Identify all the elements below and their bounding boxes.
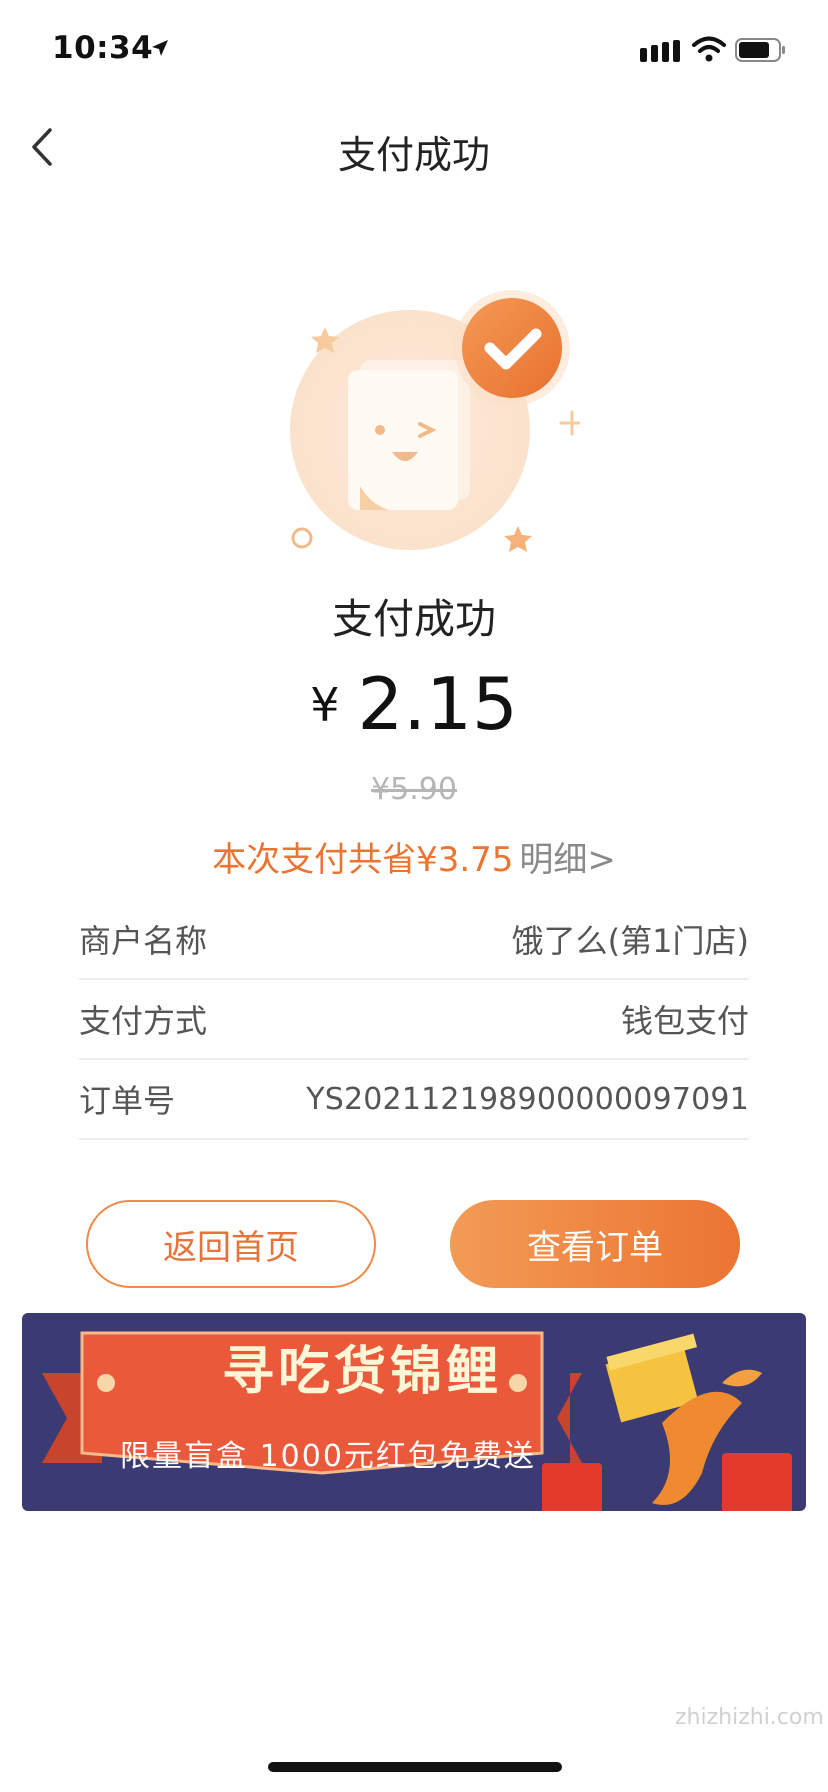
paid-amount: ¥2.15 [0, 662, 828, 746]
watermark: zhizhizhi.com [675, 1705, 824, 1730]
info-label: 商户名称 [79, 922, 208, 960]
info-row-order-number: 订单号 YS20211219890000009709​1 [79, 1060, 749, 1140]
promo-banner[interactable]: 寻吃货锦鲤 限量盲盒 1000元红包免费送 [22, 1313, 806, 1511]
success-title: 支付成功 [332, 595, 496, 643]
currency-symbol: ¥ [310, 678, 340, 732]
order-info-list: 商户名称 饿了么(第1门店) 支付方式 钱包支付 订单号 YS202112198… [79, 900, 749, 1140]
view-order-button[interactable]: 查看订单 [450, 1200, 740, 1288]
info-row-payment-method: 支付方式 钱包支付 [79, 980, 749, 1060]
page-title: 支付成功 [337, 133, 490, 177]
banner-subtitle: 限量盲盒 1000元红包免费送 [120, 1439, 536, 1474]
saving-text: 本次支付共省¥3.75 [212, 840, 514, 880]
info-row-merchant: 商户名称 饿了么(第1门店) [79, 900, 749, 980]
info-value: YS20211219890000009709​1 [306, 1081, 749, 1117]
location-arrow-icon [152, 40, 168, 56]
home-indicator[interactable] [268, 1762, 562, 1772]
banner-title: 寻吃货锦鲤 [221, 1342, 502, 1402]
info-value: 饿了么(第1门店) [511, 922, 749, 960]
status-time: 10:34 [52, 30, 154, 66]
return-home-button[interactable]: 返回首页 [86, 1200, 376, 1288]
battery-icon [735, 38, 785, 62]
info-label: 支付方式 [79, 1002, 208, 1040]
detail-link[interactable]: 明细> [519, 840, 616, 880]
wifi-icon [692, 36, 726, 62]
info-value: 钱包支付 [620, 1002, 749, 1040]
saving-line: 本次支付共省¥3.75 明细> [0, 832, 828, 881]
info-label: 订单号 [79, 1082, 176, 1120]
original-price: ¥5.90 [371, 772, 457, 807]
payment-success-illustration [290, 290, 580, 552]
signal-icon [640, 40, 680, 62]
amount-value: 2.15 [357, 662, 518, 746]
